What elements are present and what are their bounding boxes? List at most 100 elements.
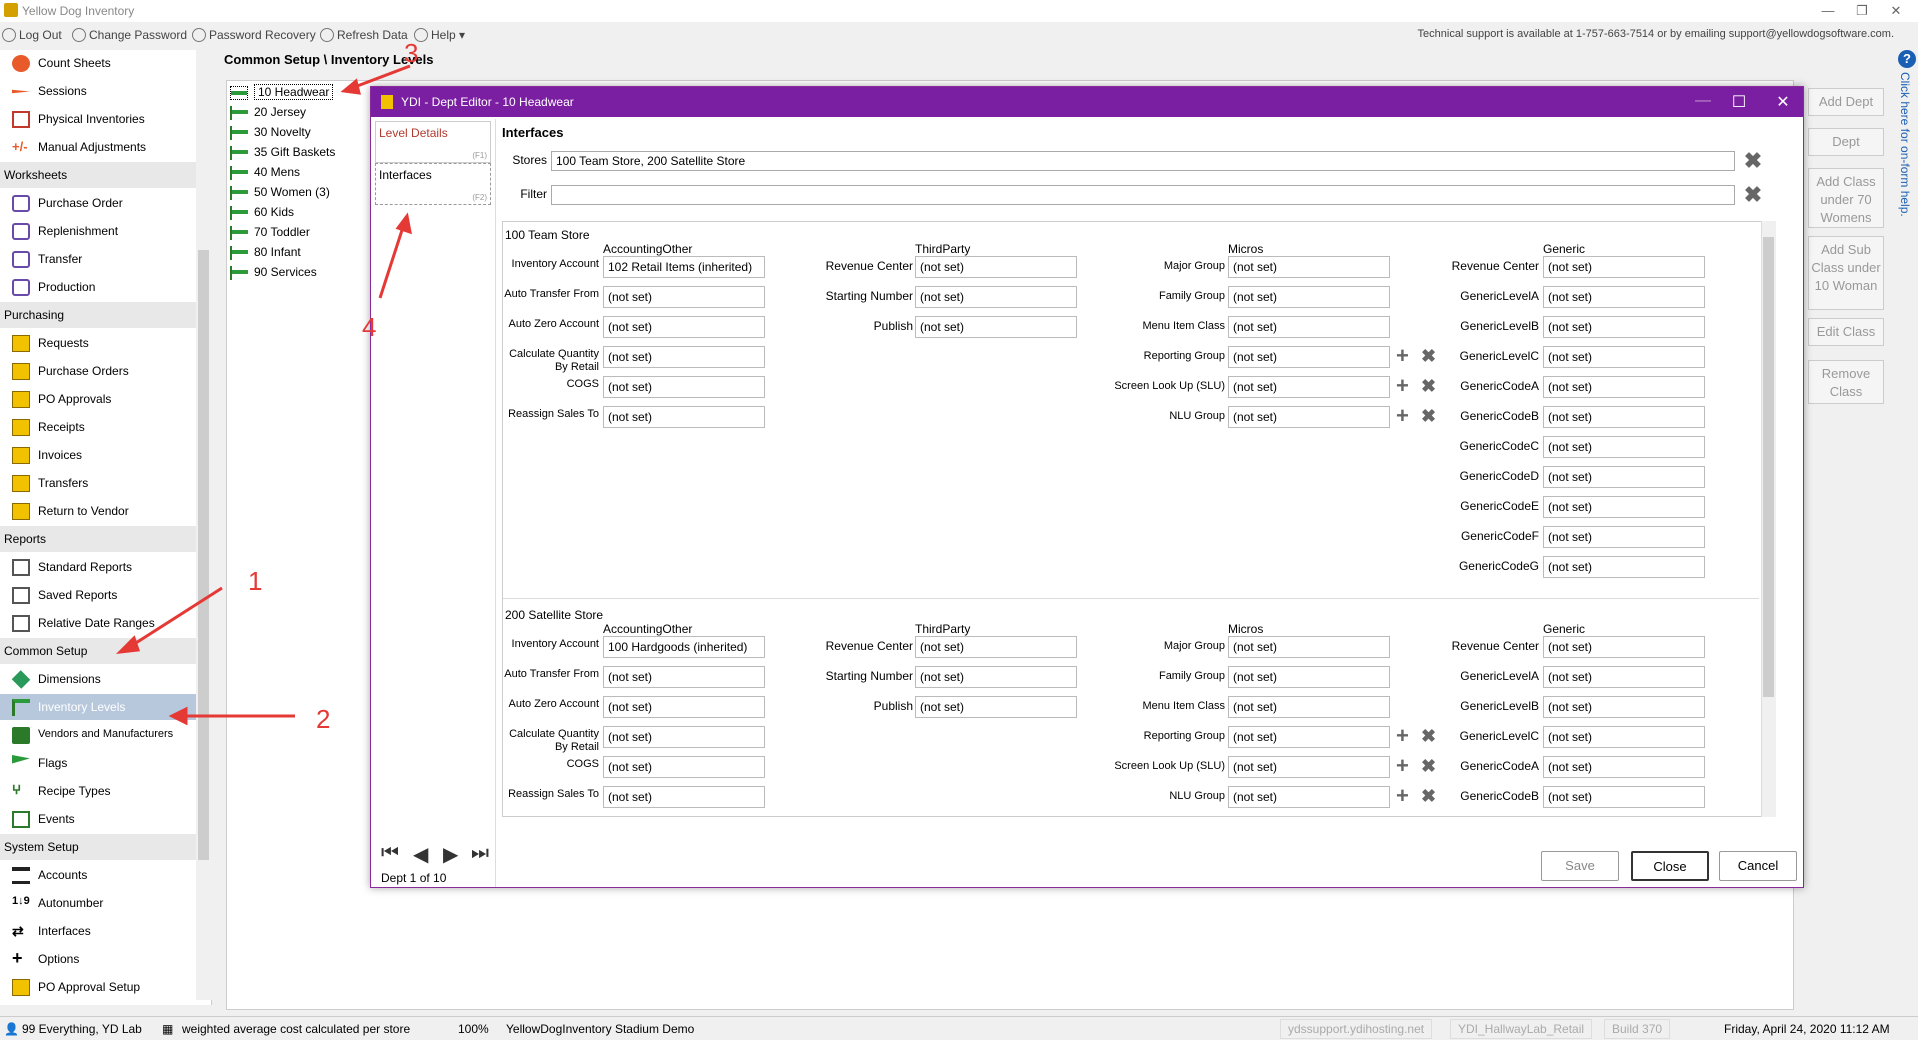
generic-dropdown[interactable]: (not set) xyxy=(1543,526,1705,548)
help-strip[interactable]: ? Click here for on-form help. xyxy=(1896,50,1918,1010)
micros-dropdown[interactable]: (not set) xyxy=(1228,406,1390,428)
help-strip-text[interactable]: Click here for on-form help. xyxy=(1898,72,1912,217)
generic-dropdown[interactable]: (not set) xyxy=(1543,346,1705,368)
add-class-button[interactable]: Add Class under 70 Womens xyxy=(1808,168,1884,228)
change-password-menu[interactable]: Change Password xyxy=(72,28,187,42)
accounting-dropdown[interactable]: (not set) xyxy=(603,666,765,688)
maximize-icon[interactable]: ☐ xyxy=(1721,92,1757,112)
sidebar-item-vendors[interactable]: Vendors and Manufacturers xyxy=(0,722,196,748)
tree-node[interactable]: 30 Novelty xyxy=(226,123,366,143)
thirdparty-dropdown[interactable]: (not set) xyxy=(915,286,1077,308)
accounting-dropdown[interactable]: 102 Retail Items (inherited) xyxy=(603,256,765,278)
accounting-dropdown[interactable]: (not set) xyxy=(603,786,765,808)
save-button[interactable]: Save xyxy=(1541,851,1619,881)
sidebar-item-manual-adjustments[interactable]: +/- Manual Adjustments xyxy=(0,134,196,160)
accounting-dropdown[interactable]: (not set) xyxy=(603,376,765,398)
password-recovery-menu[interactable]: Password Recovery xyxy=(192,28,316,42)
micros-dropdown[interactable]: (not set) xyxy=(1228,346,1390,368)
generic-dropdown[interactable]: (not set) xyxy=(1543,436,1705,458)
sidebar-item-options[interactable]: + Options xyxy=(0,946,196,972)
sidebar-item-purchase-orders[interactable]: Purchase Orders xyxy=(0,358,196,384)
sidebar-item-transfers[interactable]: Transfers xyxy=(0,470,196,496)
generic-dropdown[interactable]: (not set) xyxy=(1543,726,1705,748)
sidebar-item-return-to-vendor[interactable]: Return to Vendor xyxy=(0,498,196,524)
generic-dropdown[interactable]: (not set) xyxy=(1543,786,1705,808)
sidebar-item-receipts[interactable]: Receipts xyxy=(0,414,196,440)
refresh-data-menu[interactable]: Refresh Data xyxy=(320,28,408,42)
thirdparty-dropdown[interactable]: (not set) xyxy=(915,666,1077,688)
sidebar-item-autonumber[interactable]: 1↓9 Autonumber xyxy=(0,890,196,916)
generic-dropdown[interactable]: (not set) xyxy=(1543,376,1705,398)
nav-interfaces[interactable]: Interfaces (F2) xyxy=(375,163,491,205)
help-menu[interactable]: Help ▾ xyxy=(414,28,465,42)
close-icon[interactable]: ✕ xyxy=(1765,92,1801,112)
close-button[interactable]: Close xyxy=(1631,851,1709,881)
sidebar-item-events[interactable]: Events xyxy=(0,806,196,832)
micros-dropdown[interactable]: (not set) xyxy=(1228,756,1390,778)
tree-node[interactable]: 60 Kids xyxy=(226,203,366,223)
sidebar-item-replenishment[interactable]: Replenishment xyxy=(0,218,196,244)
micros-dropdown[interactable]: (not set) xyxy=(1228,726,1390,748)
accounting-dropdown[interactable]: (not set) xyxy=(603,316,765,338)
last-record-icon[interactable]: ⏭ xyxy=(471,842,489,865)
clear-filter-icon[interactable]: ✖ xyxy=(1743,184,1763,206)
thirdparty-dropdown[interactable]: (not set) xyxy=(915,636,1077,658)
sidebar-item-sessions[interactable]: Sessions xyxy=(0,78,196,104)
sidebar-item-production[interactable]: Production xyxy=(0,274,196,300)
tree-node[interactable]: 10 Headwear xyxy=(226,83,366,103)
tree-node[interactable]: 90 Services xyxy=(226,263,366,283)
sidebar-item-flags[interactable]: Flags xyxy=(0,750,196,776)
generic-dropdown[interactable]: (not set) xyxy=(1543,666,1705,688)
help-question-icon[interactable]: ? xyxy=(1898,50,1916,68)
sidebar-item-dimensions[interactable]: Dimensions xyxy=(0,666,196,692)
accounting-dropdown[interactable]: (not set) xyxy=(603,726,765,748)
log-out-menu[interactable]: Log Out xyxy=(2,28,62,42)
sidebar-item-accounts[interactable]: Accounts xyxy=(0,862,196,888)
next-record-icon[interactable]: ▶ xyxy=(443,842,458,867)
generic-dropdown[interactable]: (not set) xyxy=(1543,466,1705,488)
micros-dropdown[interactable]: (not set) xyxy=(1228,286,1390,308)
dept-button[interactable]: Dept xyxy=(1808,128,1884,156)
accounting-dropdown[interactable]: (not set) xyxy=(603,406,765,428)
sidebar-item-invoices[interactable]: Invoices xyxy=(0,442,196,468)
generic-dropdown[interactable]: (not set) xyxy=(1543,756,1705,778)
previous-record-icon[interactable]: ◀ xyxy=(413,842,428,867)
accounting-dropdown[interactable]: 100 Hardgoods (inherited) xyxy=(603,636,765,658)
generic-dropdown[interactable]: (not set) xyxy=(1543,696,1705,718)
generic-dropdown[interactable]: (not set) xyxy=(1543,316,1705,338)
tree-node[interactable]: 80 Infant xyxy=(226,243,366,263)
sidebar-item-po-approvals[interactable]: PO Approvals xyxy=(0,386,196,412)
sidebar-item-count-sheets[interactable]: Count Sheets xyxy=(0,50,196,76)
add-dept-button[interactable]: Add Dept xyxy=(1808,88,1884,116)
stores-field[interactable]: 100 Team Store, 200 Satellite Store xyxy=(551,151,1735,171)
accounting-dropdown[interactable]: (not set) xyxy=(603,286,765,308)
generic-dropdown[interactable]: (not set) xyxy=(1543,406,1705,428)
micros-dropdown[interactable]: (not set) xyxy=(1228,376,1390,398)
tree-node[interactable]: 20 Jersey xyxy=(226,103,366,123)
generic-dropdown[interactable]: (not set) xyxy=(1543,256,1705,278)
first-record-icon[interactable]: ⏮ xyxy=(381,842,399,865)
micros-dropdown[interactable]: (not set) xyxy=(1228,316,1390,338)
sidebar-item-transfer[interactable]: Transfer xyxy=(0,246,196,272)
micros-dropdown[interactable]: (not set) xyxy=(1228,256,1390,278)
filter-field[interactable] xyxy=(551,185,1735,205)
sidebar-item-relative-date-ranges[interactable]: Relative Date Ranges xyxy=(0,610,196,636)
sidebar-item-inventory-levels[interactable]: Inventory Levels xyxy=(0,694,196,720)
tree-node[interactable]: 40 Mens xyxy=(226,163,366,183)
add-sub-class-button[interactable]: Add Sub Class under 10 Woman xyxy=(1808,236,1884,310)
micros-dropdown[interactable]: (not set) xyxy=(1228,696,1390,718)
sidebar-item-po-approval-setup[interactable]: PO Approval Setup xyxy=(0,974,196,1000)
sidebar-item-standard-reports[interactable]: Standard Reports xyxy=(0,554,196,580)
generic-dropdown[interactable]: (not set) xyxy=(1543,556,1705,578)
cancel-button[interactable]: Cancel xyxy=(1719,851,1797,881)
tree-node[interactable]: 35 Gift Baskets xyxy=(226,143,366,163)
thirdparty-dropdown[interactable]: (not set) xyxy=(915,696,1077,718)
sidebar-item-recipe-types[interactable]: ⵖ Recipe Types xyxy=(0,778,196,804)
generic-dropdown[interactable]: (not set) xyxy=(1543,286,1705,308)
thirdparty-dropdown[interactable]: (not set) xyxy=(915,256,1077,278)
generic-dropdown[interactable]: (not set) xyxy=(1543,496,1705,518)
nav-level-details[interactable]: Level Details (F1) xyxy=(375,121,491,163)
edit-class-button[interactable]: Edit Class xyxy=(1808,318,1884,346)
close-icon[interactable]: ✕ xyxy=(1876,3,1916,19)
thirdparty-dropdown[interactable]: (not set) xyxy=(915,316,1077,338)
